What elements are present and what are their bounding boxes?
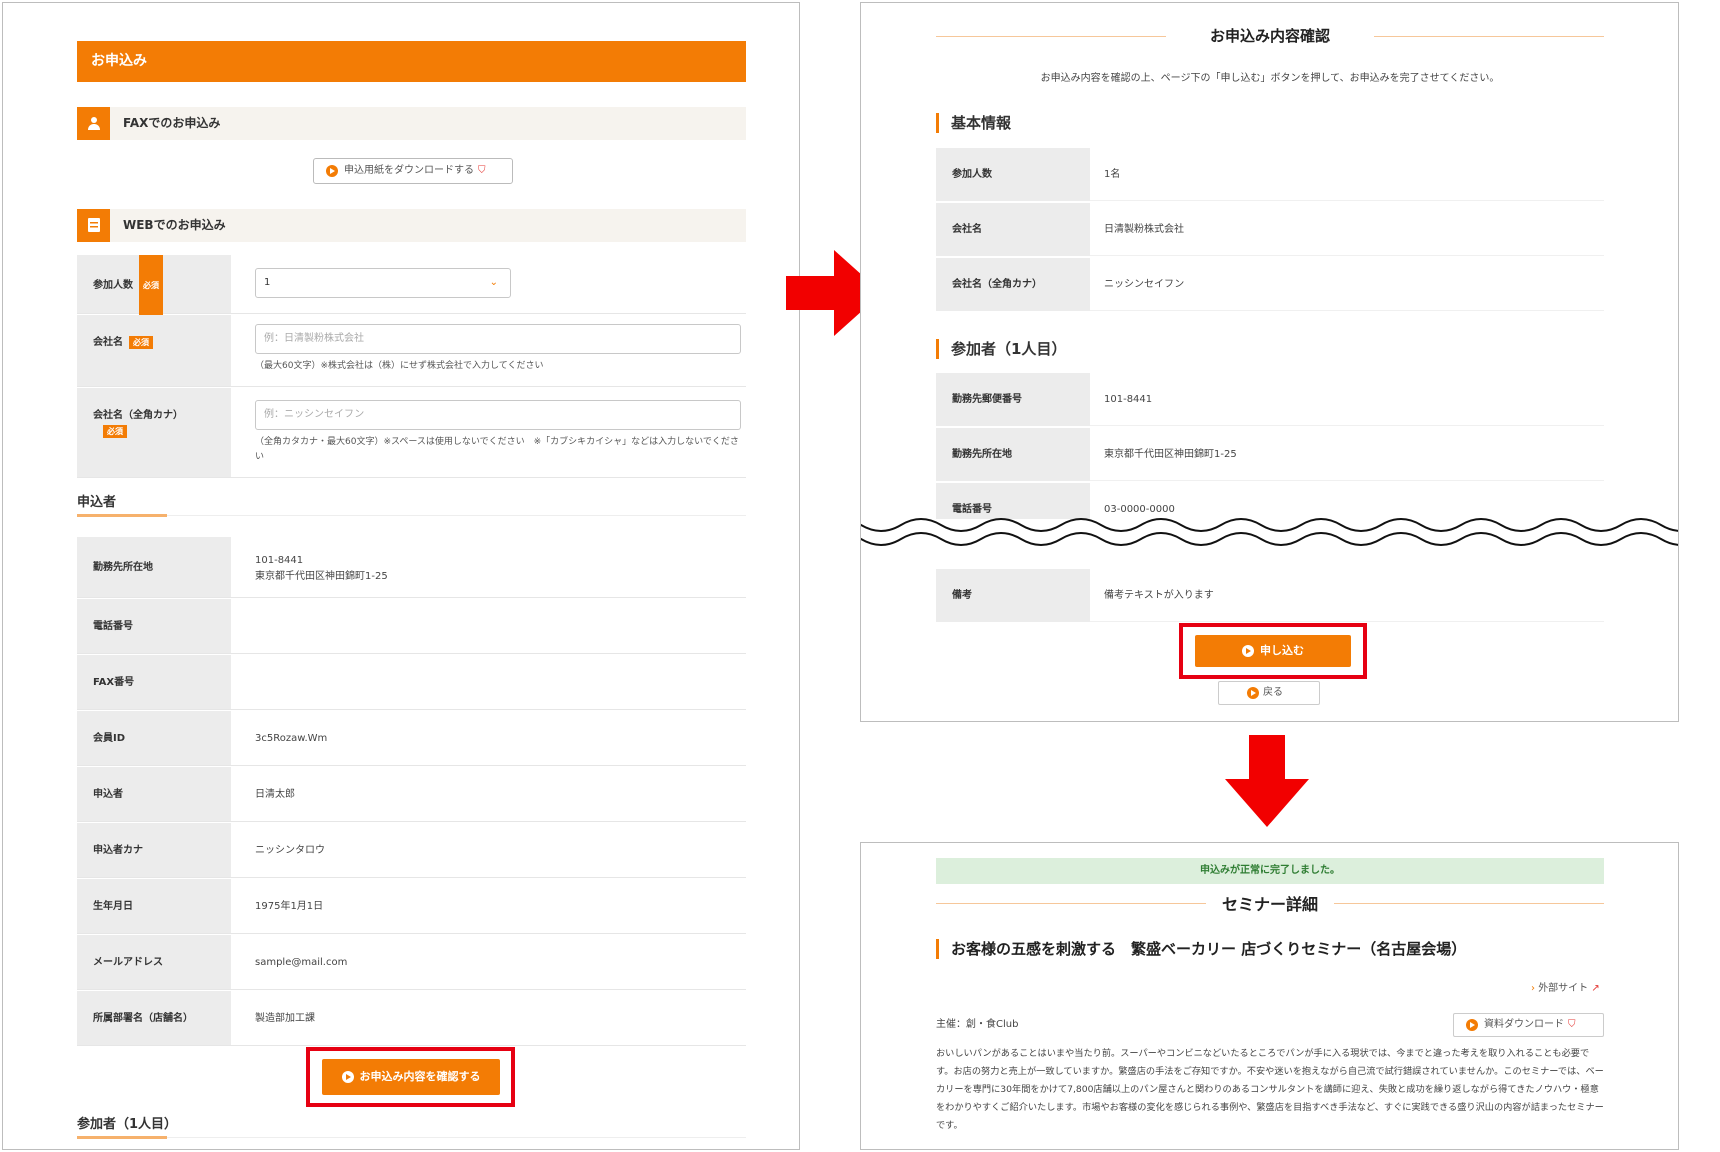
confirm-application-button[interactable]: お申込み内容を確認する <box>322 1059 500 1095</box>
applicant-row-fax: FAX番号 <box>77 655 746 710</box>
participants-select[interactable]: 1 ⌄ <box>255 268 511 298</box>
applicant-row-member-id: 会員ID 3c5Rozaw.Wm <box>77 711 746 766</box>
company-hint: （最大60文字）※株式会社は（株）にせず株式会社で入力してください <box>255 361 544 371</box>
arrow-circle-icon <box>1247 687 1259 699</box>
down-arrow-icon <box>1225 735 1309 827</box>
confirm-row-company-kana: 会社名（全角カナ） ニッシンセイフン <box>936 258 1604 311</box>
company-input[interactable]: 例：日清製粉株式会社 <box>255 324 741 354</box>
external-site-link[interactable]: › 外部サイト ↗ <box>1531 979 1600 994</box>
confirmation-panel: お申込み内容確認 お申込み内容を確認の上、ページ下の「申し込む」ボタンを押して、… <box>860 2 1679 722</box>
web-section-header: WEBでのお申込み <box>77 209 746 242</box>
required-badge: 必須 <box>103 425 127 438</box>
arrow-circle-icon <box>1242 645 1254 657</box>
seminar-description: おいしいパンがあることはいまや当たり前。スーパーやコンビニなどいたるところでパン… <box>936 1048 1604 1131</box>
pdf-icon: ⛉ <box>478 165 486 176</box>
applicant-row-email: メールアドレス sample@mail.com <box>77 935 746 990</box>
required-badge: 必須 <box>129 336 153 349</box>
company-label: 会社名 必須 <box>77 315 231 386</box>
company-kana-input[interactable]: 例：ニッシンセイフン <box>255 400 741 430</box>
back-button[interactable]: 戻る <box>1218 681 1320 705</box>
applicant-row-name-kana: 申込者カナ ニッシンタロウ <box>77 823 746 878</box>
company-kana-hint: （全角カタカナ・最大60文字）※スペースは使用しないでください ※「カブシキカイ… <box>255 437 739 462</box>
participant-heading: 参加者（1人目） <box>77 1113 746 1139</box>
applicant-row-name: 申込者 日清太郎 <box>77 767 746 822</box>
confirm-row-participants: 参加人数 1名 <box>936 148 1604 201</box>
applicant-heading: 申込者 <box>77 491 746 517</box>
form-header: お申込み <box>77 41 746 82</box>
web-section-title: WEBでのお申込み <box>123 218 226 232</box>
external-link-icon: ↗ <box>1591 983 1600 994</box>
page-cut-wave <box>861 518 1678 546</box>
participants-row: 参加人数 必須 1 ⌄ <box>77 255 746 316</box>
confirm-row-address: 勤務先所在地 東京都千代田区神田錦町1-25 <box>936 428 1604 481</box>
applicant-row-birthday: 生年月日 1975年1月1日 <box>77 879 746 934</box>
participants-label: 参加人数 必須 <box>77 255 231 316</box>
confirmation-title: お申込み内容確認 <box>936 25 1604 46</box>
arrow-circle-icon <box>326 165 338 177</box>
applicant-row-phone: 電話番号 <box>77 599 746 654</box>
fax-section-header: FAXでのお申込み <box>77 107 746 140</box>
participant-info-heading: 参加者（1人目） <box>936 339 1066 359</box>
chevron-down-icon: ⌄ <box>489 277 498 288</box>
arrow-circle-icon <box>1466 1019 1478 1031</box>
success-message: 申込みが正常に完了しました。 <box>936 858 1604 884</box>
basic-info-heading: 基本情報 <box>936 113 1011 133</box>
arrow-circle-icon <box>341 1071 354 1083</box>
fax-section-icon <box>77 107 110 140</box>
company-kana-label: 会社名（全角カナ） 必須 <box>77 388 231 477</box>
required-badge: 必須 <box>139 255 163 316</box>
application-form-panel: お申込み FAXでのお申込み 申込用紙をダウンロードする ⛉ WEBでのお申込み … <box>2 2 800 1150</box>
submit-application-button[interactable]: 申し込む <box>1195 635 1351 667</box>
company-kana-row: 会社名（全角カナ） 必須 例：ニッシンセイフン （全角カタカナ・最大60文字）※ス… <box>77 388 746 478</box>
confirm-row-company: 会社名 日清製粉株式会社 <box>936 203 1604 256</box>
confirm-row-remarks: 備考 備考テキストが入ります <box>936 569 1604 622</box>
confirmation-note: お申込み内容を確認の上、ページ下の「申し込む」ボタンを押して、お申込みを完了させ… <box>1040 73 1500 84</box>
company-row: 会社名 必須 例：日清製粉株式会社 （最大60文字）※株式会社は（株）にせず株式会… <box>77 315 746 387</box>
seminar-host: 主催：創・食Club <box>936 1019 1019 1030</box>
web-section-icon <box>77 209 110 242</box>
applicant-row-address: 勤務先所在地 101-8441 東京都千代田区神田錦町1-25 <box>77 537 746 598</box>
fax-section-title: FAXでのお申込み <box>123 116 221 130</box>
completion-panel: 申込みが正常に完了しました。 セミナー詳細 お客様の五感を刺激する 繁盛ベーカリ… <box>860 842 1679 1150</box>
applicant-row-department: 所属部署名（店舗名） 製造部加工課 <box>77 991 746 1046</box>
download-form-button[interactable]: 申込用紙をダウンロードする ⛉ <box>313 158 513 184</box>
seminar-title: お客様の五感を刺激する 繁盛ベーカリー 店づくりセミナー（名古屋会場） <box>936 939 1604 959</box>
confirm-row-postal: 勤務先郵便番号 101-8441 <box>936 373 1604 426</box>
seminar-detail-title: セミナー詳細 <box>936 891 1604 915</box>
material-download-button[interactable]: 資料ダウンロード ⛉ <box>1453 1013 1604 1037</box>
address-zip: 101-8441 <box>255 555 304 566</box>
pdf-icon: ⛉ <box>1568 1019 1576 1030</box>
address-line: 東京都千代田区神田錦町1-25 <box>255 571 388 582</box>
chevron-right-icon: › <box>1531 983 1535 994</box>
download-form-label: 申込用紙をダウンロードする <box>344 165 474 176</box>
